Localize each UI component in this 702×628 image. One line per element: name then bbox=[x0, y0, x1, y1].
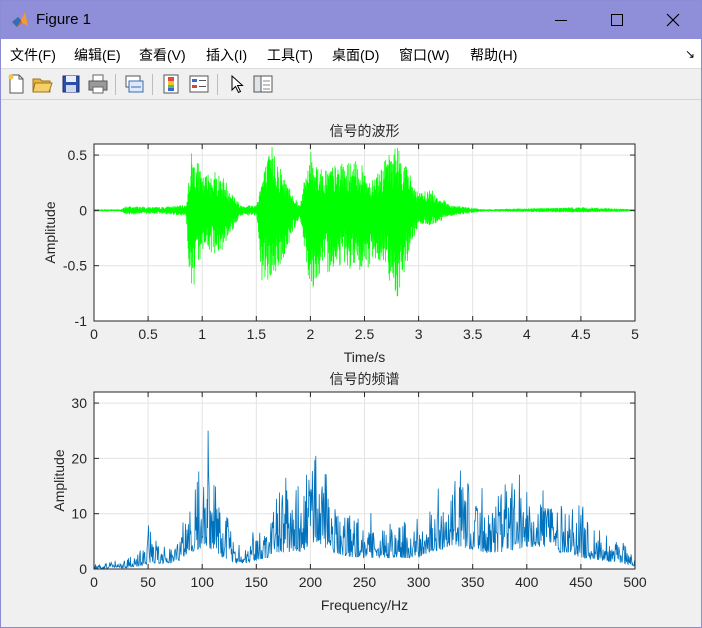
menu-help[interactable]: 帮助(H) bbox=[470, 45, 517, 65]
x-tick-label: 500 bbox=[623, 574, 647, 590]
window-title: Figure 1 bbox=[36, 11, 92, 28]
link-plot-icon[interactable] bbox=[123, 73, 145, 95]
y-tick-label: -1 bbox=[75, 313, 88, 329]
x-tick-label: 4.5 bbox=[571, 326, 591, 342]
toolbar-separator bbox=[152, 74, 153, 95]
figure-canvas[interactable]: 0 0.5 1 1.5 2 2.5 3 3.5 4 4.5 5 -1 -0.5 0 0.5 信号的波形 Time… bbox=[1, 100, 701, 627]
axes-title: 信号的频谱 bbox=[330, 371, 400, 387]
x-tick-label: 200 bbox=[299, 574, 323, 590]
menu-window[interactable]: 窗口(W) bbox=[399, 45, 450, 65]
insert-legend-icon[interactable] bbox=[188, 73, 210, 95]
close-icon bbox=[666, 13, 680, 27]
y-tick-label: 0.5 bbox=[68, 147, 88, 163]
maximize-icon bbox=[611, 14, 623, 26]
open-file-icon[interactable] bbox=[31, 73, 53, 95]
insert-colorbar-icon[interactable] bbox=[160, 73, 182, 95]
y-axis-label: Amplitude bbox=[42, 201, 58, 263]
x-axis-label: Time/s bbox=[344, 349, 385, 365]
x-tick-label: 2 bbox=[307, 326, 315, 342]
x-tick-label: 1 bbox=[198, 326, 206, 342]
dock-figure-icon[interactable]: ↘ bbox=[685, 47, 695, 61]
x-tick-label: 0.5 bbox=[138, 326, 158, 342]
maximize-button[interactable] bbox=[589, 1, 645, 39]
x-tick-label: 350 bbox=[461, 574, 485, 590]
toolbar-separator bbox=[115, 74, 116, 95]
y-tick-label: 10 bbox=[71, 506, 87, 522]
menu-insert[interactable]: 插入(I) bbox=[206, 45, 247, 65]
x-axis-label: Frequency/Hz bbox=[321, 597, 408, 613]
matlab-logo-icon bbox=[12, 12, 28, 27]
x-tick-label: 5 bbox=[631, 326, 639, 342]
x-tick-label: 3.5 bbox=[463, 326, 483, 342]
x-tick-label: 4 bbox=[523, 326, 531, 342]
title-bar[interactable]: Figure 1 bbox=[1, 1, 701, 39]
x-tick-label: 2.5 bbox=[355, 326, 375, 342]
x-tick-label: 300 bbox=[407, 574, 431, 590]
y-tick-label: 30 bbox=[71, 395, 87, 411]
x-tick-label: 450 bbox=[569, 574, 593, 590]
minimize-icon bbox=[555, 20, 567, 21]
menu-edit[interactable]: 编辑(E) bbox=[74, 45, 121, 65]
toolbar-separator bbox=[217, 74, 218, 95]
x-tick-label: 3 bbox=[415, 326, 423, 342]
edit-plot-arrow-icon[interactable] bbox=[225, 73, 247, 95]
menu-desktop[interactable]: 桌面(D) bbox=[332, 45, 379, 65]
x-tick-label: 0 bbox=[90, 574, 98, 590]
figure-toolbar bbox=[1, 68, 701, 100]
x-tick-label: 1.5 bbox=[247, 326, 267, 342]
x-tick-label: 150 bbox=[245, 574, 269, 590]
y-tick-label: 0 bbox=[79, 561, 87, 577]
x-tick-label: 100 bbox=[191, 574, 215, 590]
plot-canvas: 0 0.5 1 1.5 2 2.5 3 3.5 4 4.5 5 -1 -0.5 0 0.5 信号的波形 Time… bbox=[42, 123, 647, 613]
y-axis-label: Amplitude bbox=[51, 449, 67, 511]
property-inspector-icon[interactable] bbox=[252, 73, 274, 95]
close-button[interactable] bbox=[645, 1, 701, 39]
y-tick-label: 20 bbox=[71, 450, 87, 466]
minimize-button[interactable] bbox=[533, 1, 589, 39]
y-tick-label: -0.5 bbox=[63, 258, 87, 274]
y-tick-label: 0 bbox=[79, 202, 87, 218]
x-tick-label: 400 bbox=[515, 574, 539, 590]
menu-file[interactable]: 文件(F) bbox=[10, 45, 56, 65]
save-icon[interactable] bbox=[60, 73, 82, 95]
menu-bar: 文件(F) 编辑(E) 查看(V) 插入(I) 工具(T) 桌面(D) 窗口(W… bbox=[1, 39, 701, 68]
menu-tools[interactable]: 工具(T) bbox=[267, 45, 313, 65]
waveform-axes[interactable]: 0 0.5 1 1.5 2 2.5 3 3.5 4 4.5 5 -1 -0.5 0 0.5 信号的波形 Time… bbox=[42, 123, 639, 365]
axes-title: 信号的波形 bbox=[330, 123, 400, 139]
figure-window: Figure 1 文件(F) 编辑(E) 查看(V) 插入(I) 工具(T) 桌… bbox=[0, 0, 702, 628]
new-figure-icon[interactable] bbox=[5, 73, 27, 95]
x-tick-label: 250 bbox=[353, 574, 377, 590]
x-tick-label: 50 bbox=[140, 574, 156, 590]
x-tick-label: 0 bbox=[90, 326, 98, 342]
print-icon[interactable] bbox=[87, 73, 109, 95]
spectrum-axes[interactable]: 0 50 100 150 200 250 300 350 400 450 500 0 10 20 30 信号的… bbox=[51, 371, 647, 613]
menu-view[interactable]: 查看(V) bbox=[139, 45, 186, 65]
